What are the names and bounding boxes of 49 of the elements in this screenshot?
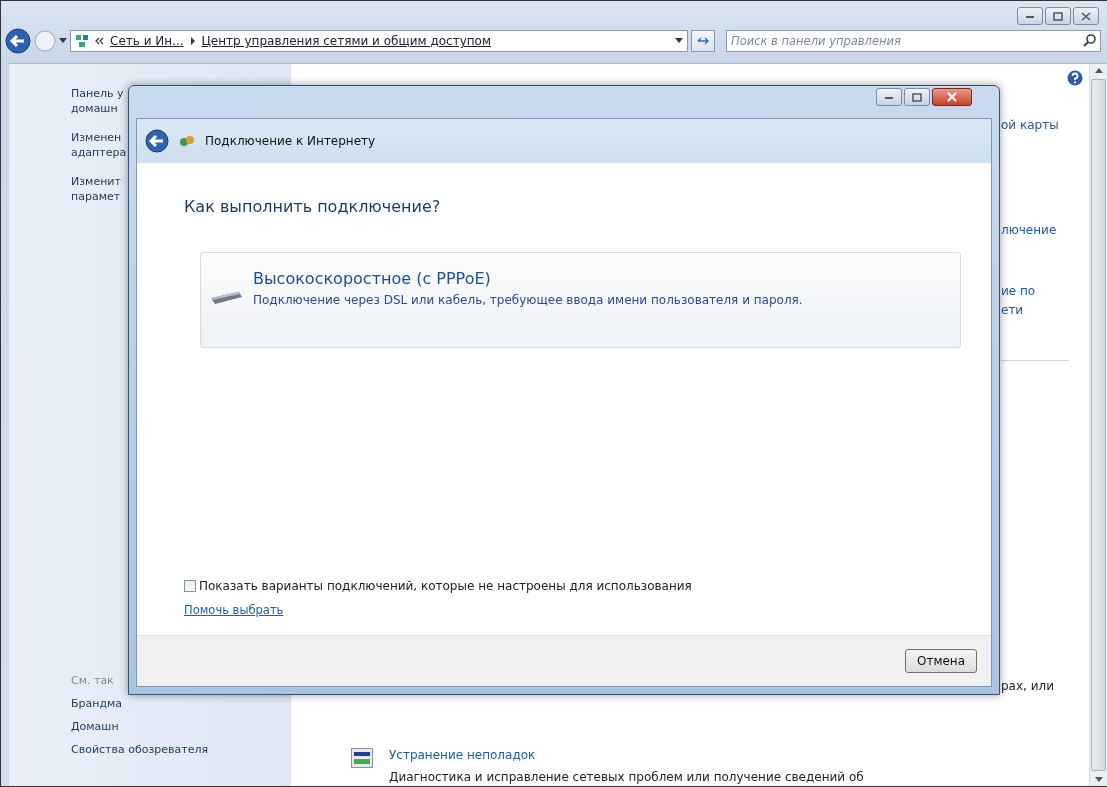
description-text: рах, или bbox=[1001, 679, 1055, 693]
maximize-button[interactable] bbox=[1045, 7, 1071, 25]
dialog-title: Подключение к Интернету bbox=[205, 134, 376, 148]
maximize-icon bbox=[1053, 11, 1063, 21]
search-icon[interactable] bbox=[1083, 34, 1096, 47]
checkbox[interactable] bbox=[184, 580, 196, 592]
option-title: Высокоскоростное (с PPPoE) bbox=[253, 269, 492, 288]
maximize-icon bbox=[912, 92, 922, 102]
minimize-button[interactable] bbox=[1017, 7, 1043, 25]
link-text[interactable]: лючение bbox=[1001, 221, 1089, 240]
scrollbar[interactable] bbox=[1089, 64, 1107, 786]
back-icon[interactable] bbox=[145, 129, 169, 153]
troubleshoot-link[interactable]: Устранение неполадок bbox=[389, 748, 864, 762]
troubleshoot-description: Диагностика и исправление сетевых проблем или получение сведений об bbox=[389, 770, 864, 784]
troubleshoot-icon bbox=[351, 748, 373, 768]
close-button[interactable] bbox=[932, 88, 972, 106]
down-arrow-icon[interactable] bbox=[1094, 777, 1103, 782]
address-bar[interactable]: Сеть и Ин... Центр управления сетями и общим доступом bbox=[70, 30, 688, 52]
dropdown-icon[interactable] bbox=[675, 38, 683, 44]
link-text[interactable]: ие по ети bbox=[1001, 282, 1089, 320]
up-arrow-icon[interactable] bbox=[1094, 68, 1103, 73]
sidebar-link[interactable]: Домашн bbox=[71, 720, 291, 733]
dialog-heading: Как выполнить подключение? bbox=[184, 197, 442, 216]
close-button[interactable] bbox=[1073, 7, 1099, 25]
minimize-icon bbox=[1025, 13, 1035, 19]
refresh-button[interactable] bbox=[691, 30, 715, 52]
help-link[interactable]: Помочь выбрать bbox=[184, 603, 284, 617]
sidebar-link[interactable]: Брандма bbox=[71, 697, 291, 710]
close-icon bbox=[946, 92, 958, 102]
option-description: Подключение через DSL или кабель, требующее ввода имени пользователя и пароля. bbox=[253, 292, 803, 309]
minimize-icon bbox=[884, 94, 894, 100]
cancel-button[interactable]: Отмена bbox=[905, 649, 977, 673]
back-icon[interactable] bbox=[5, 28, 31, 54]
double-chevron-icon[interactable] bbox=[95, 37, 104, 45]
close-icon bbox=[1081, 11, 1091, 21]
checkbox-label[interactable]: Показать варианты подключений, которые не настроены для использования bbox=[199, 579, 692, 593]
link-text[interactable]: ой карты bbox=[1001, 116, 1089, 135]
caret-icon[interactable] bbox=[59, 38, 67, 44]
breadcrumb-item[interactable]: Центр управления сетями и общим доступом bbox=[201, 34, 491, 48]
arrow-icon[interactable] bbox=[189, 37, 196, 45]
arrows-icon bbox=[696, 36, 710, 46]
breadcrumb-item[interactable]: Сеть и Ин... bbox=[110, 34, 184, 48]
minimize-button[interactable] bbox=[876, 88, 902, 106]
see-also-heading: См. так bbox=[71, 674, 115, 687]
connection-option[interactable]: Высокоскоростное (с PPPoE) Подключение через DSL или кабель, требующее ввода имени пользователя и пароля. bbox=[200, 252, 961, 348]
maximize-button[interactable] bbox=[904, 88, 930, 106]
sidebar-link[interactable]: Свойства обозревателя bbox=[71, 743, 291, 756]
help-icon[interactable] bbox=[1067, 70, 1083, 86]
search-field[interactable]: Поиск в панели управления bbox=[726, 30, 1101, 52]
